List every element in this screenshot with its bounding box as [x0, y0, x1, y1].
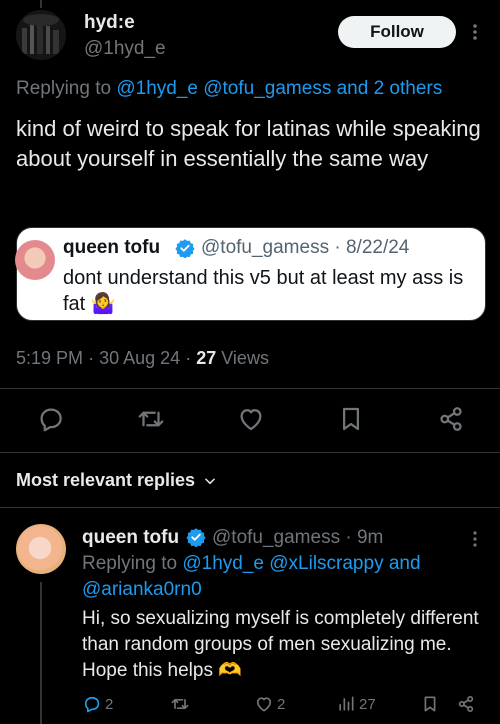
reply-author-name[interactable]: queen tofu — [82, 527, 179, 549]
retweet-icon[interactable] — [136, 404, 166, 434]
like-icon[interactable] — [236, 404, 266, 434]
quote-avatar[interactable] — [15, 240, 55, 280]
like-icon — [254, 694, 274, 714]
tweet-date[interactable]: 30 Aug 24 — [99, 348, 180, 368]
quote-meta: @tofu_gamess · 8/22/24 — [201, 237, 409, 259]
separator-dot: · — [185, 348, 192, 368]
reply-icon[interactable] — [36, 404, 66, 434]
replying-mentions[interactable]: @arianka0rn0 — [82, 579, 202, 600]
quote-date: 8/22/24 — [345, 237, 410, 258]
view-count: 27 — [359, 695, 376, 713]
reply-replying-to: Replying to @1hyd_e @xLilscrappy and @ar… — [82, 551, 482, 603]
more-options-icon[interactable] — [466, 20, 484, 44]
reply-author-handle[interactable]: @tofu_gamess — [212, 527, 340, 548]
reply-avatar[interactable] — [16, 524, 66, 574]
share-icon — [456, 694, 476, 714]
quote-text: dont understand this v5 but at least my … — [63, 265, 483, 317]
heart-hands-emoji: 🫶 — [218, 660, 242, 681]
tweet-time[interactable]: 5:19 PM — [16, 348, 83, 368]
replying-prefix: Replying to — [16, 78, 112, 99]
quote-author-name[interactable]: queen tofu — [63, 237, 160, 259]
author-handle[interactable]: @1hyd_e — [84, 38, 166, 60]
bookmark-icon — [420, 694, 440, 714]
replies-sort-dropdown[interactable]: Most relevant replies — [16, 470, 217, 491]
reply-reply-button[interactable]: 2 — [82, 694, 113, 714]
replies-sort-label: Most relevant replies — [16, 470, 196, 490]
views-icon — [336, 694, 356, 714]
quote-tweet-card[interactable]: queen tofu @tofu_gamess · 8/22/24 dont u… — [15, 227, 486, 321]
tweet-timestamp: 5:19 PM · 30 Aug 24 · 27 Views — [16, 348, 269, 369]
reply-bookmark-button[interactable] — [420, 694, 440, 714]
views-count: 27 — [196, 348, 217, 368]
reply-views-button[interactable]: 27 — [336, 694, 376, 714]
follow-button[interactable]: Follow — [338, 16, 456, 48]
replying-prefix: Replying to — [82, 553, 178, 574]
replying-mentions[interactable]: @1hyd_e @xLilscrappy and — [182, 553, 420, 574]
more-options-icon[interactable] — [466, 530, 484, 548]
replying-mentions[interactable]: @1hyd_e @tofu_gamess and 2 others — [116, 78, 442, 99]
quote-text-body: dont understand this v5 but at least my … — [63, 267, 464, 315]
share-icon[interactable] — [436, 404, 466, 434]
separator-dot: · — [334, 237, 341, 258]
tweet-text: kind of weird to speak for latinas while… — [16, 116, 481, 171]
reply-icon — [82, 694, 102, 714]
author-name[interactable]: hyd:e — [84, 12, 135, 34]
shrug-emoji: 🤷‍♀️ — [90, 293, 116, 315]
reply-meta: @tofu_gamess · 9m — [212, 527, 383, 549]
avatar[interactable] — [16, 10, 66, 60]
separator-dot: · — [345, 527, 352, 548]
thread-line — [40, 582, 42, 724]
thread-line — [40, 0, 42, 8]
reply-count: 2 — [105, 695, 114, 713]
replying-to: Replying to @1hyd_e @tofu_gamess and 2 o… — [16, 78, 442, 100]
reply-like-button[interactable]: 2 — [254, 694, 285, 714]
chevron-down-icon — [203, 474, 217, 488]
reply-share-button[interactable] — [456, 694, 476, 714]
divider — [0, 507, 500, 508]
like-count: 2 — [277, 695, 286, 713]
quote-author-handle[interactable]: @tofu_gamess — [201, 237, 329, 258]
retweet-icon — [170, 694, 190, 714]
reply-retweet-button[interactable] — [170, 694, 190, 714]
bookmark-icon[interactable] — [336, 404, 366, 434]
divider — [0, 388, 500, 389]
verified-badge-icon — [175, 238, 195, 258]
reply-text: Hi, so sexualizing myself is completely … — [82, 606, 482, 684]
reply-text-body: Hi, so sexualizing myself is completely … — [82, 608, 479, 681]
reply-age[interactable]: 9m — [357, 527, 383, 548]
views-label: Views — [221, 348, 269, 368]
divider — [0, 452, 500, 453]
verified-badge-icon — [186, 527, 206, 547]
separator-dot: · — [88, 348, 95, 368]
